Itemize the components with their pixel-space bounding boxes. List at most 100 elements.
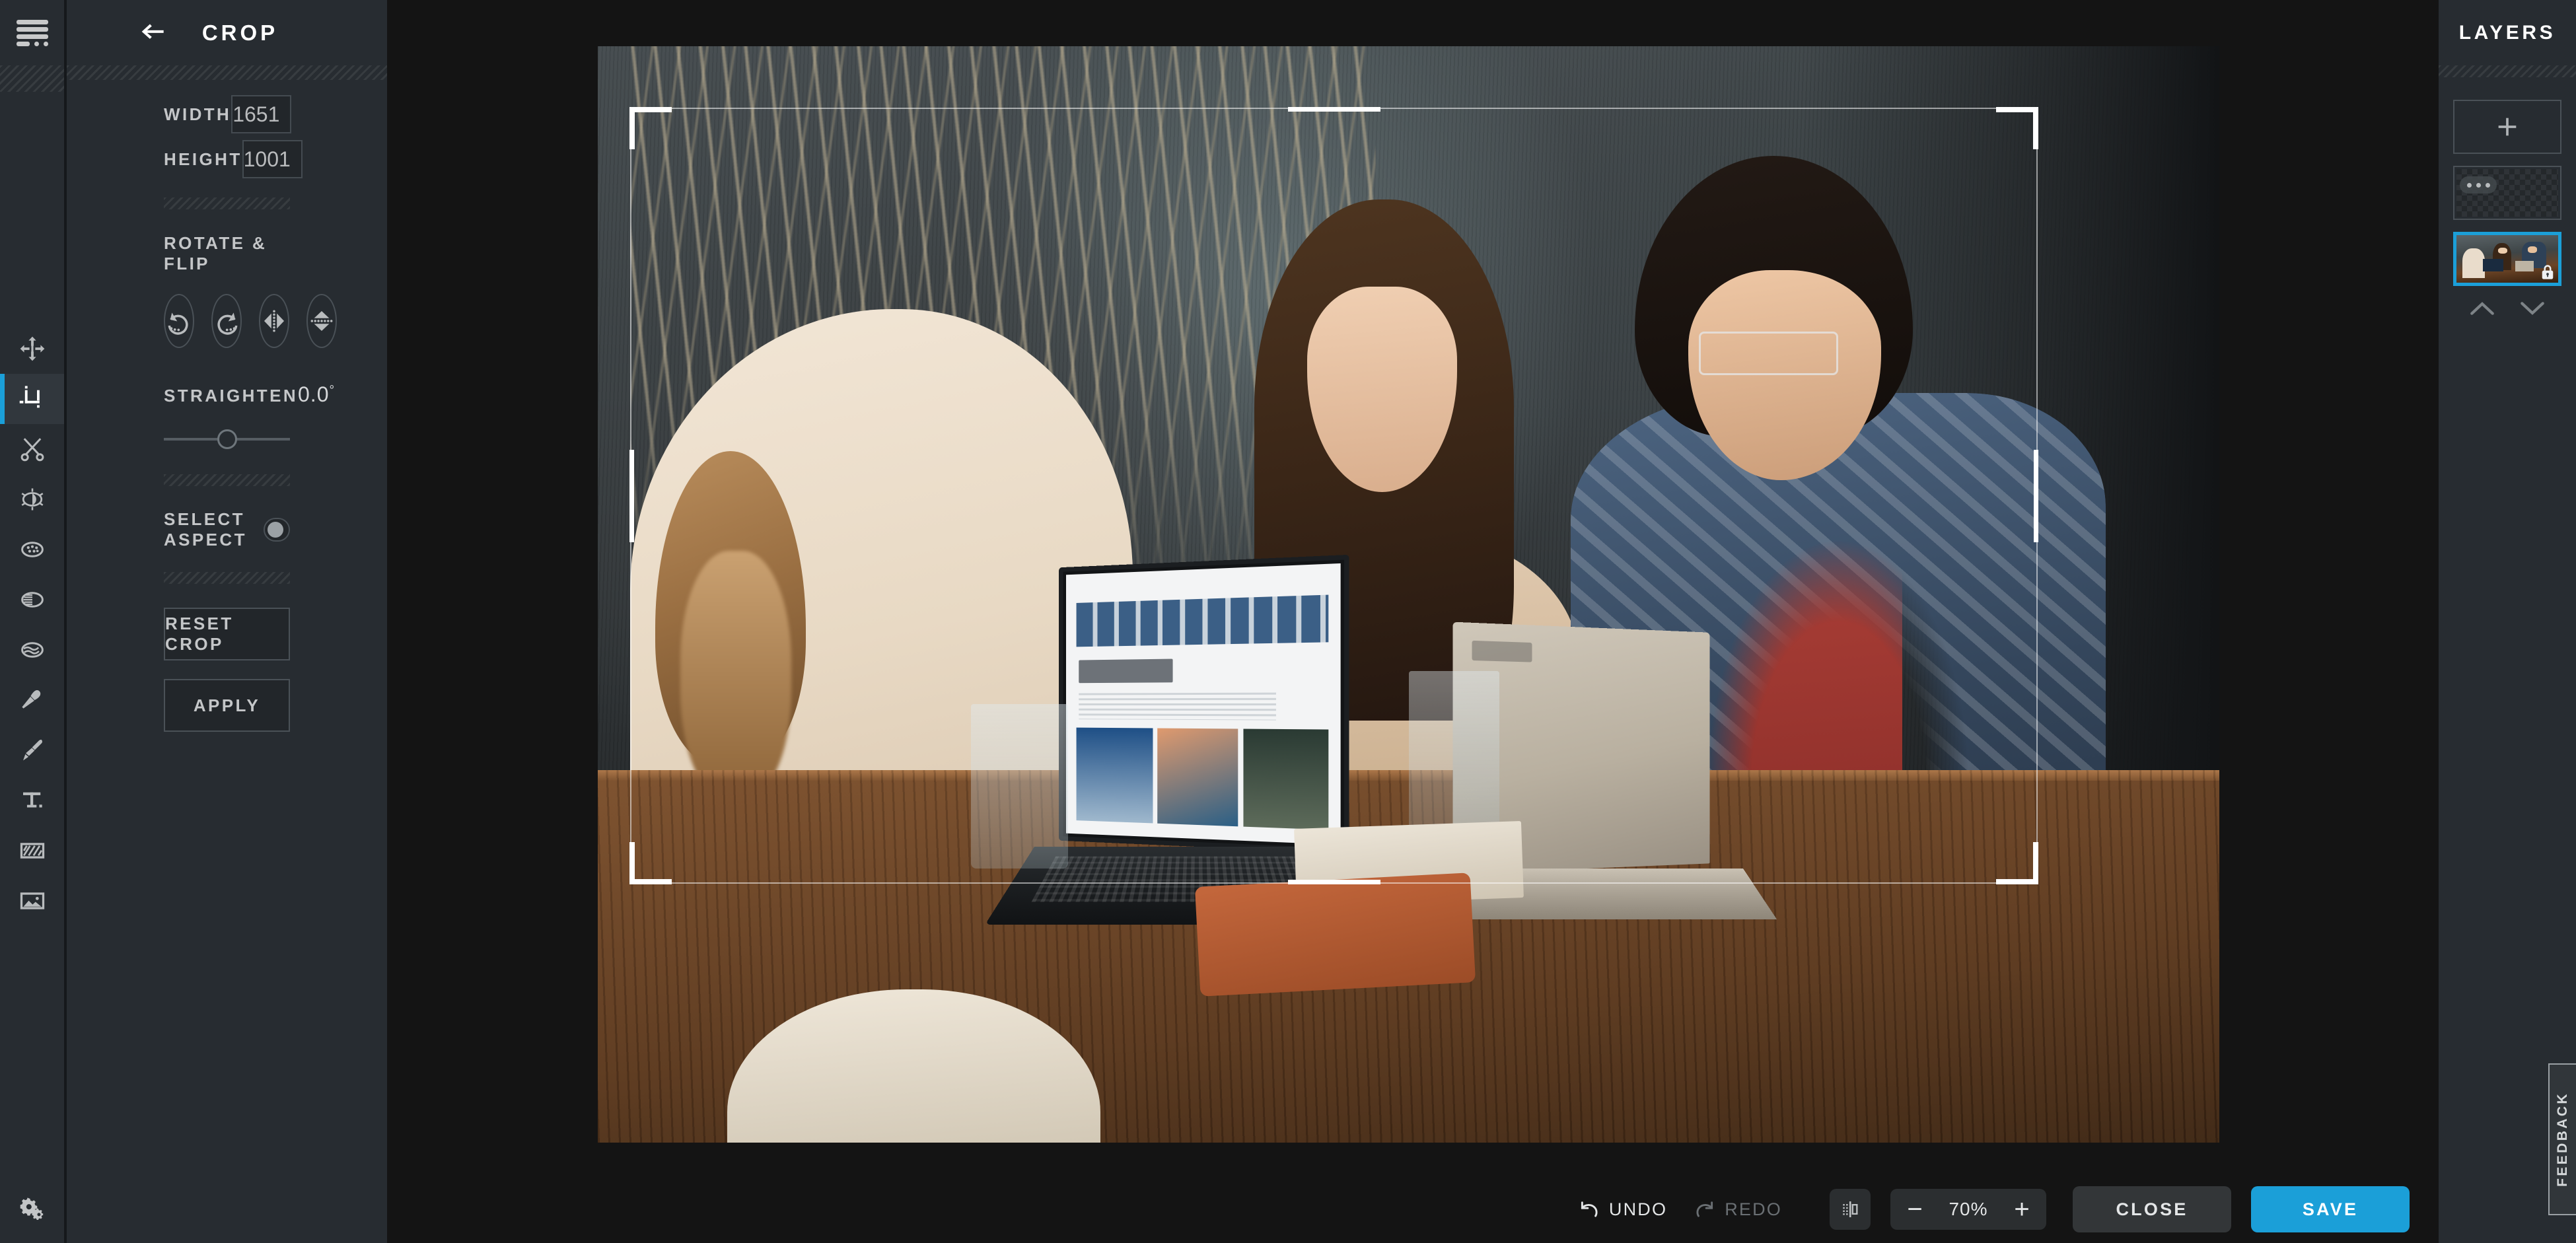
rotate-left-button[interactable] xyxy=(164,294,194,348)
tool-image[interactable] xyxy=(0,876,64,926)
tool-cut[interactable] xyxy=(0,424,64,474)
chevron-down-icon xyxy=(2521,302,2544,315)
tool-crop[interactable] xyxy=(0,374,64,424)
select-aspect-toggle[interactable] xyxy=(263,518,290,542)
settings-gears-icon xyxy=(20,1197,43,1220)
straighten-slider[interactable] xyxy=(164,425,290,452)
tool-liquify[interactable] xyxy=(0,625,64,675)
laptop-left-webpage xyxy=(1066,563,1341,845)
webpage-thumbnail-strip xyxy=(1076,594,1329,647)
section-divider-3 xyxy=(164,572,290,584)
redo-icon xyxy=(1696,1201,1713,1217)
section-divider-2 xyxy=(164,474,290,486)
photo-glass-right xyxy=(1408,671,1499,836)
back-button[interactable] xyxy=(139,21,166,44)
webpage-text-lines xyxy=(1079,693,1277,721)
width-row: WIDTH 1651 xyxy=(164,95,292,133)
add-layer-button[interactable] xyxy=(2453,100,2561,154)
save-button[interactable]: SAVE xyxy=(2251,1186,2410,1232)
tool-adjust[interactable] xyxy=(0,474,64,524)
brightness-contrast-icon xyxy=(21,488,43,511)
straighten-header: STRAIGHTEN 0.0° xyxy=(164,382,334,407)
flip-vertical-button[interactable] xyxy=(306,294,337,348)
rotate-flip-label: ROTATE & FLIP xyxy=(164,233,268,273)
panel-body: WIDTH 1651 HEIGHT 1001 ROTATE & FLIP STR… xyxy=(67,80,387,732)
layer-item-photo[interactable] xyxy=(2453,232,2561,286)
section-divider xyxy=(164,197,290,209)
webpage-image-grid xyxy=(1076,727,1329,830)
flip-horizontal-button[interactable] xyxy=(259,294,289,348)
select-aspect-label: SELECT ASPECT xyxy=(164,509,247,550)
redo-button[interactable]: REDO xyxy=(1694,1199,1782,1220)
zoom-value: 70% xyxy=(1949,1199,1988,1219)
history-controls: UNDO REDO xyxy=(1578,1199,1782,1220)
edited-photo xyxy=(598,46,2219,1143)
height-row: HEIGHT 1001 xyxy=(164,140,303,178)
slider-handle[interactable] xyxy=(217,429,237,449)
pattern-frame-icon xyxy=(20,843,44,859)
zoom-in-button[interactable]: + xyxy=(2004,1189,2040,1230)
image-container[interactable] xyxy=(598,46,2219,1143)
photo-leather-pouch xyxy=(1195,872,1476,997)
zoom-out-button[interactable]: − xyxy=(1897,1189,1933,1230)
back-arrow-icon xyxy=(141,24,164,39)
apply-button[interactable]: APPLY xyxy=(164,679,290,732)
tool-list xyxy=(0,324,64,926)
tool-retouch[interactable] xyxy=(0,675,64,725)
photo-glass-left xyxy=(970,704,1068,869)
select-aspect-row: SELECT ASPECT xyxy=(164,509,290,550)
menu-button[interactable] xyxy=(0,0,64,65)
straighten-label: STRAIGHTEN xyxy=(164,386,298,406)
close-button[interactable]: CLOSE xyxy=(2073,1186,2231,1232)
compare-button[interactable] xyxy=(1830,1189,1871,1230)
plus-icon xyxy=(2498,118,2517,136)
zoom-control: − 70% + xyxy=(1890,1189,2046,1230)
layers-divider xyxy=(2439,65,2576,77)
tool-paint[interactable] xyxy=(0,725,64,775)
layer-lock-icon xyxy=(2540,264,2556,281)
toggle-knob xyxy=(267,522,283,538)
text-t-icon xyxy=(22,792,42,808)
tool-transform[interactable] xyxy=(0,324,64,374)
panel-title: CROP xyxy=(201,20,279,45)
hamburger-menu-icon[interactable] xyxy=(16,19,48,46)
tool-effects[interactable] xyxy=(0,524,64,575)
picture-icon xyxy=(20,892,44,909)
compare-split-icon xyxy=(1843,1201,1858,1217)
bottom-toolbar: UNDO REDO − 70% + CLOSE SAVE xyxy=(387,1176,2439,1243)
webpage-title xyxy=(1079,658,1174,684)
makeup-brush-icon xyxy=(21,690,40,709)
tool-overlay[interactable] xyxy=(0,826,64,876)
height-label: HEIGHT xyxy=(164,149,242,169)
layers-list xyxy=(2439,77,2576,321)
move-layer-down-button[interactable] xyxy=(2519,299,2546,321)
width-input[interactable]: 1651 xyxy=(231,95,292,133)
undo-icon xyxy=(1581,1201,1598,1217)
rotate-flip-buttons xyxy=(164,294,337,348)
move-arrows-icon xyxy=(20,336,44,361)
layer-item-empty[interactable] xyxy=(2453,166,2561,220)
tool-gradient[interactable] xyxy=(0,575,64,625)
reset-crop-button[interactable]: RESET CROP xyxy=(164,608,290,660)
paintbrush-icon xyxy=(22,739,42,761)
waves-icon xyxy=(20,642,44,658)
feedback-tab[interactable]: FEEDBACK xyxy=(2548,1063,2576,1215)
move-layer-up-button[interactable] xyxy=(2468,299,2496,321)
crop-panel: CROP WIDTH 1651 HEIGHT 1001 ROTATE & FLI… xyxy=(64,0,387,1243)
redo-label: REDO xyxy=(1725,1199,1782,1219)
texture-dots-icon xyxy=(20,542,44,557)
scissors-icon xyxy=(20,438,44,462)
height-input[interactable]: 1001 xyxy=(242,140,303,178)
gradient-icon xyxy=(20,592,44,608)
layers-panel: LAYERS xyxy=(2439,0,2576,1243)
rotate-counterclockwise-icon xyxy=(168,312,188,335)
straighten-value: 0.0° xyxy=(298,382,336,406)
settings-button[interactable] xyxy=(0,1176,64,1243)
undo-button[interactable]: UNDO xyxy=(1578,1199,1667,1220)
tool-text[interactable] xyxy=(0,775,64,826)
laptop-right-logo xyxy=(1472,640,1532,662)
layer-options-badge[interactable] xyxy=(2460,176,2497,194)
rotate-right-button[interactable] xyxy=(211,294,242,348)
canvas-area[interactable] xyxy=(387,0,2439,1243)
tool-rail xyxy=(0,0,64,1243)
